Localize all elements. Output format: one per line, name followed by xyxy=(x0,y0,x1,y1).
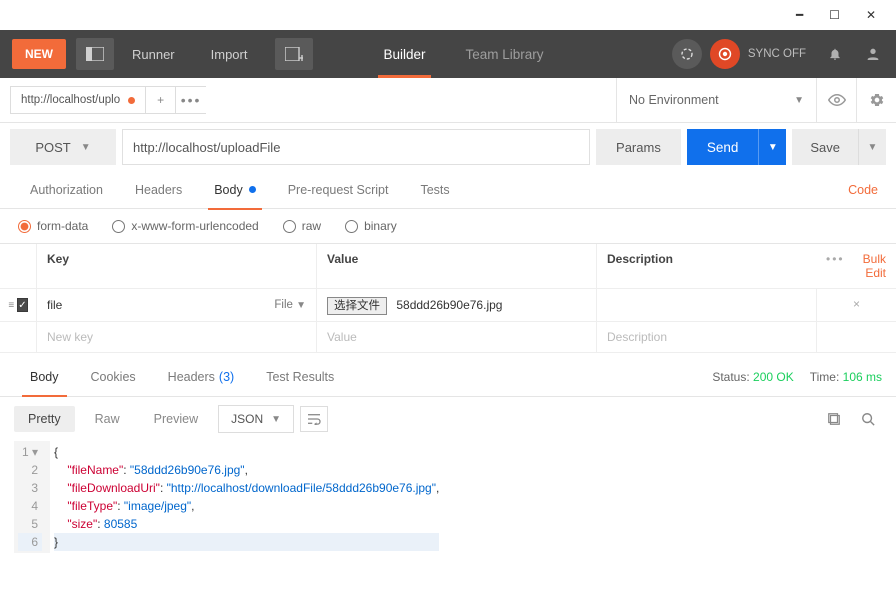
status-label: Status: xyxy=(712,370,749,384)
radio-raw[interactable]: raw xyxy=(283,219,321,233)
table-row: New key Value Description xyxy=(0,322,896,353)
user-icon[interactable] xyxy=(858,39,888,69)
unsaved-dot-icon xyxy=(128,97,135,104)
bulk-edit-link[interactable]: Bulk Edit xyxy=(855,252,886,280)
wrap-lines-icon[interactable] xyxy=(300,406,328,432)
tab-headers[interactable]: Headers xyxy=(119,171,198,209)
kv-head-key: Key xyxy=(36,244,316,288)
request-tab[interactable]: http://localhost/uplo xyxy=(10,86,146,114)
close-icon[interactable]: ✕ xyxy=(866,8,876,22)
tab-authorization[interactable]: Authorization xyxy=(14,171,119,209)
environment-select[interactable]: No Environment ▼ xyxy=(616,78,816,122)
send-button[interactable]: Send ▼ xyxy=(687,129,787,165)
response-tabs: Body Cookies Headers (3) Test Results St… xyxy=(0,357,896,397)
tab-team-library[interactable]: Team Library xyxy=(446,30,564,78)
method-select[interactable]: POST ▼ xyxy=(10,129,116,165)
request-row: POST ▼ http://localhost/uploadFile Param… xyxy=(0,123,896,171)
kv-head-description: Description xyxy=(596,244,816,288)
chevron-down-icon: ▼ xyxy=(296,300,306,311)
response-json: { "fileName": "58ddd26b90e76.jpg", "file… xyxy=(50,441,443,553)
sync-icon[interactable] xyxy=(710,39,740,69)
row-description-input[interactable] xyxy=(596,289,816,321)
environment-row: http://localhost/uplo + ••• No Environme… xyxy=(0,78,896,123)
resp-tab-tests[interactable]: Test Results xyxy=(250,358,350,396)
request-tabs: Authorization Headers Body Pre-request S… xyxy=(0,171,896,209)
copy-icon[interactable] xyxy=(820,406,848,432)
resp-tab-cookies[interactable]: Cookies xyxy=(75,358,152,396)
new-value-input[interactable]: Value xyxy=(316,322,596,352)
top-toolbar: NEW Runner Import Builder Team Library S… xyxy=(0,30,896,78)
url-input[interactable]: http://localhost/uploadFile xyxy=(122,129,590,165)
resp-tab-headers[interactable]: Headers (3) xyxy=(152,358,251,396)
tab-builder[interactable]: Builder xyxy=(363,30,445,78)
add-tab-button[interactable]: + xyxy=(146,86,176,114)
manage-environments-icon[interactable] xyxy=(856,78,896,122)
params-button[interactable]: Params xyxy=(596,129,681,165)
choose-file-button[interactable]: 选择文件 xyxy=(327,297,387,315)
format-select[interactable]: JSON▼ xyxy=(218,405,294,433)
new-tab-icon[interactable] xyxy=(275,38,313,70)
chevron-down-icon: ▼ xyxy=(81,142,91,153)
radio-form-data[interactable]: form-data xyxy=(18,219,88,233)
kv-options-icon[interactable]: ••• xyxy=(826,252,845,280)
tab-tests[interactable]: Tests xyxy=(404,171,465,209)
new-key-input[interactable]: New key xyxy=(36,322,316,352)
view-pretty-button[interactable]: Pretty xyxy=(14,406,75,432)
window-controls: ━ ☐ ✕ xyxy=(0,0,896,30)
modified-dot-icon xyxy=(249,186,256,193)
line-gutter: 1 ▾23456 xyxy=(14,441,50,553)
toggle-sidebar-icon[interactable] xyxy=(76,38,114,70)
radio-binary[interactable]: binary xyxy=(345,219,397,233)
interceptor-icon[interactable] xyxy=(672,39,702,69)
row-key-input[interactable]: file xyxy=(47,298,62,312)
tab-body-label: Body xyxy=(214,183,243,197)
chevron-down-icon: ▼ xyxy=(794,95,804,106)
table-row: ≡✓ file File ▼ 选择文件 58ddd26b90e76.jpg × xyxy=(0,289,896,322)
tab-prerequest[interactable]: Pre-request Script xyxy=(272,171,405,209)
tab-body[interactable]: Body xyxy=(198,171,272,209)
kv-table: Key Value Description ••• Bulk Edit ≡✓ f… xyxy=(0,243,896,353)
import-button[interactable]: Import xyxy=(193,30,266,78)
kv-handle-head xyxy=(0,244,36,288)
time-label: Time: xyxy=(810,370,840,384)
send-dropdown-icon[interactable]: ▼ xyxy=(758,129,786,165)
runner-button[interactable]: Runner xyxy=(114,30,193,78)
notifications-icon[interactable] xyxy=(820,39,850,69)
chosen-filename: 58ddd26b90e76.jpg xyxy=(396,298,502,312)
status-value: 200 OK xyxy=(753,370,794,384)
resp-tab-body[interactable]: Body xyxy=(14,358,75,396)
tab-options-icon[interactable]: ••• xyxy=(176,86,206,114)
environment-quicklook-icon[interactable] xyxy=(816,78,856,122)
search-icon[interactable] xyxy=(854,406,882,432)
method-label: POST xyxy=(35,140,70,155)
new-button[interactable]: NEW xyxy=(12,39,66,69)
kv-head-value: Value xyxy=(316,244,596,288)
request-tab-label: http://localhost/uplo xyxy=(21,94,120,106)
row-type-select[interactable]: File ▼ xyxy=(274,299,306,311)
time-value: 106 ms xyxy=(843,370,882,384)
sync-status-label: SYNC OFF xyxy=(748,48,806,60)
new-description-input[interactable]: Description xyxy=(596,322,816,352)
row-enable-checkbox[interactable]: ≡✓ xyxy=(0,289,36,321)
response-body[interactable]: 1 ▾23456 { "fileName": "58ddd26b90e76.jp… xyxy=(0,441,896,553)
row-delete-icon[interactable]: × xyxy=(816,289,896,321)
viewer-toolbar: Pretty Raw Preview JSON▼ xyxy=(0,397,896,441)
save-button[interactable]: Save xyxy=(792,129,858,165)
view-preview-button[interactable]: Preview xyxy=(140,406,212,432)
body-type-radios: form-data x-www-form-urlencoded raw bina… xyxy=(0,209,896,243)
minimize-icon[interactable]: ━ xyxy=(796,8,803,22)
headers-count: (3) xyxy=(219,370,234,384)
save-dropdown-icon[interactable]: ▼ xyxy=(858,129,886,165)
send-button-label: Send xyxy=(687,129,759,165)
radio-urlencoded[interactable]: x-www-form-urlencoded xyxy=(112,219,258,233)
maximize-icon[interactable]: ☐ xyxy=(829,8,840,22)
code-link[interactable]: Code xyxy=(848,183,882,197)
view-raw-button[interactable]: Raw xyxy=(81,406,134,432)
environment-selected-label: No Environment xyxy=(629,93,719,107)
chevron-down-icon: ▼ xyxy=(271,414,281,425)
